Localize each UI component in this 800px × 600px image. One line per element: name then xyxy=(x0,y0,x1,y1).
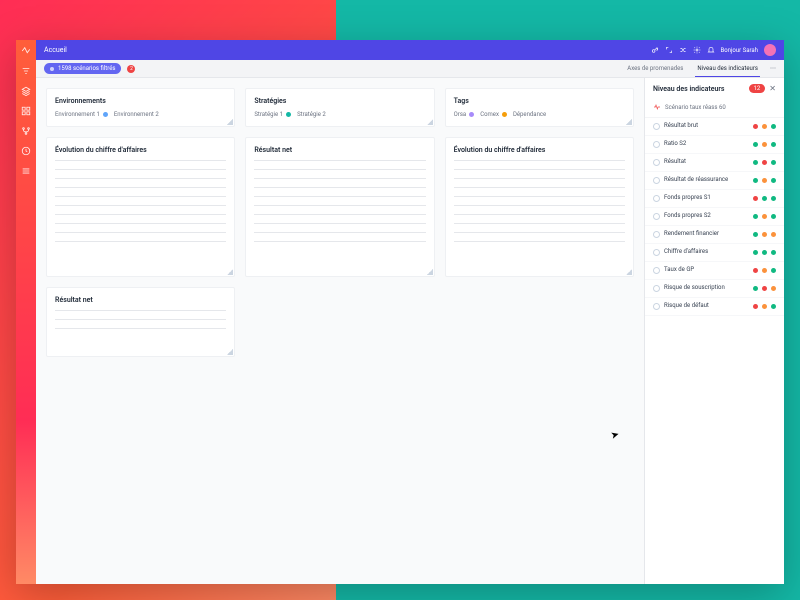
logo-icon xyxy=(21,46,31,56)
indicator-row[interactable]: Résultat brut xyxy=(645,118,784,136)
radio-icon[interactable] xyxy=(653,159,660,166)
status-dots xyxy=(753,196,776,201)
indicator-row[interactable]: Taux de GP xyxy=(645,262,784,280)
chart-card[interactable]: Évolution du chiffre d'affaires xyxy=(445,137,634,277)
status-dots xyxy=(753,142,776,147)
indicator-label: Ratio S2 xyxy=(664,141,749,148)
tab-axes[interactable]: Axes de promenades xyxy=(625,61,685,77)
indicators-panel: Niveau des indicateurs 12 ✕ Scénario tau… xyxy=(644,78,784,584)
scenario-row[interactable]: Scénario taux réass 60 xyxy=(645,99,784,118)
filter-bar: 1598 scénarios filtrés 2 Axes de promena… xyxy=(36,60,784,78)
bell-icon[interactable] xyxy=(707,46,715,54)
chip-strat-1[interactable]: Stratégie 1 xyxy=(254,111,291,118)
status-dots xyxy=(753,214,776,219)
gear-icon[interactable] xyxy=(693,46,701,54)
resize-handle[interactable] xyxy=(427,269,433,275)
radio-icon[interactable] xyxy=(653,303,660,310)
list-icon[interactable] xyxy=(21,166,31,176)
indicator-label: Taux de GP xyxy=(664,267,749,274)
status-dots xyxy=(753,178,776,183)
chip-env-2[interactable]: Environnement 2 xyxy=(114,111,159,118)
indicator-label: Résultat xyxy=(664,159,749,166)
chip-tag-orsa[interactable]: Orsa xyxy=(454,111,475,118)
status-dots xyxy=(753,304,776,309)
filter-summary-pill[interactable]: 1598 scénarios filtrés xyxy=(44,63,121,74)
filter-badge: 2 xyxy=(127,65,135,73)
status-dots xyxy=(753,232,776,237)
key-icon[interactable] xyxy=(651,46,659,54)
chart-card[interactable]: Résultat net xyxy=(46,287,235,357)
radio-icon[interactable] xyxy=(653,123,660,130)
filter-card-strategies[interactable]: Stratégies Stratégie 1 Stratégie 2 xyxy=(245,88,434,127)
radio-icon[interactable] xyxy=(653,231,660,238)
indicator-row[interactable]: Risque de souscription xyxy=(645,280,784,298)
clock-icon[interactable] xyxy=(21,146,31,156)
tab-indicators[interactable]: Niveau des indicateurs xyxy=(695,61,760,77)
chart-card[interactable]: Évolution du chiffre d'affaires xyxy=(46,137,235,277)
shuffle-icon[interactable] xyxy=(679,46,687,54)
radio-icon[interactable] xyxy=(653,267,660,274)
radio-icon[interactable] xyxy=(653,141,660,148)
filter-card-environments[interactable]: Environnements Environnement 1 Environne… xyxy=(46,88,235,127)
indicator-label: Fonds propres S1 xyxy=(664,195,749,202)
dashboard-canvas: Environnements Environnement 1 Environne… xyxy=(36,78,644,584)
radio-icon[interactable] xyxy=(653,177,660,184)
resize-handle[interactable] xyxy=(227,269,233,275)
status-dots xyxy=(753,160,776,165)
chip-tag-comex[interactable]: Comex xyxy=(480,111,507,118)
avatar[interactable] xyxy=(764,44,776,56)
indicator-row[interactable]: Fonds propres S2 xyxy=(645,208,784,226)
indicator-list: Résultat brut Ratio S2 Résultat Résultat de… xyxy=(645,118,784,584)
indicator-row[interactable]: Chiffre d'affaires xyxy=(645,244,784,262)
resize-handle[interactable] xyxy=(227,119,233,125)
resize-handle[interactable] xyxy=(626,269,632,275)
indicator-label: Chiffre d'affaires xyxy=(664,249,749,256)
panel-title: Niveau des indicateurs xyxy=(653,85,725,93)
indicator-row[interactable]: Résultat xyxy=(645,154,784,172)
resize-handle[interactable] xyxy=(626,119,632,125)
app-window: Accueil Bonjour Sarah 1598 scénarios fil… xyxy=(16,40,784,584)
indicator-row[interactable]: Ratio S2 xyxy=(645,136,784,154)
filter-card-tags[interactable]: Tags Orsa Comex Dépendance xyxy=(445,88,634,127)
panel-count-badge: 12 xyxy=(749,84,766,93)
page-title: Accueil xyxy=(44,46,67,54)
radio-icon[interactable] xyxy=(653,213,660,220)
pulse-icon xyxy=(653,103,661,111)
indicator-label: Risque de défaut xyxy=(664,303,749,310)
status-dots xyxy=(753,124,776,129)
indicator-row[interactable]: Fonds propres S1 xyxy=(645,190,784,208)
filter-icon[interactable] xyxy=(21,66,31,76)
radio-icon[interactable] xyxy=(653,195,660,202)
resize-handle[interactable] xyxy=(227,349,233,355)
chip-env-1[interactable]: Environnement 1 xyxy=(55,111,108,118)
indicator-label: Résultat brut xyxy=(664,123,749,130)
indicator-row[interactable]: Rendement financier xyxy=(645,226,784,244)
chip-tag-dep[interactable]: Dépendance xyxy=(513,111,546,118)
indicator-row[interactable]: Risque de défaut xyxy=(645,298,784,316)
radio-icon[interactable] xyxy=(653,285,660,292)
topbar: Accueil Bonjour Sarah xyxy=(36,40,784,60)
nav-rail xyxy=(16,40,36,584)
expand-icon[interactable] xyxy=(665,46,673,54)
greeting: Bonjour Sarah xyxy=(721,47,758,54)
layers-icon[interactable] xyxy=(21,86,31,96)
status-dots xyxy=(753,268,776,273)
indicator-label: Fonds propres S2 xyxy=(664,213,749,220)
grid-icon[interactable] xyxy=(21,106,31,116)
resize-handle[interactable] xyxy=(427,119,433,125)
chart-card[interactable]: Résultat net xyxy=(245,137,434,277)
chip-strat-2[interactable]: Stratégie 2 xyxy=(297,111,326,118)
branch-icon[interactable] xyxy=(21,126,31,136)
status-dots xyxy=(753,286,776,291)
more-icon[interactable]: ⋯ xyxy=(770,61,776,77)
indicator-label: Risque de souscription xyxy=(664,285,749,292)
status-dots xyxy=(753,250,776,255)
indicator-row[interactable]: Résultat de réassurance xyxy=(645,172,784,190)
radio-icon[interactable] xyxy=(653,249,660,256)
indicator-label: Rendement financier xyxy=(664,231,749,238)
close-icon[interactable]: ✕ xyxy=(769,84,776,93)
indicator-label: Résultat de réassurance xyxy=(664,177,749,184)
